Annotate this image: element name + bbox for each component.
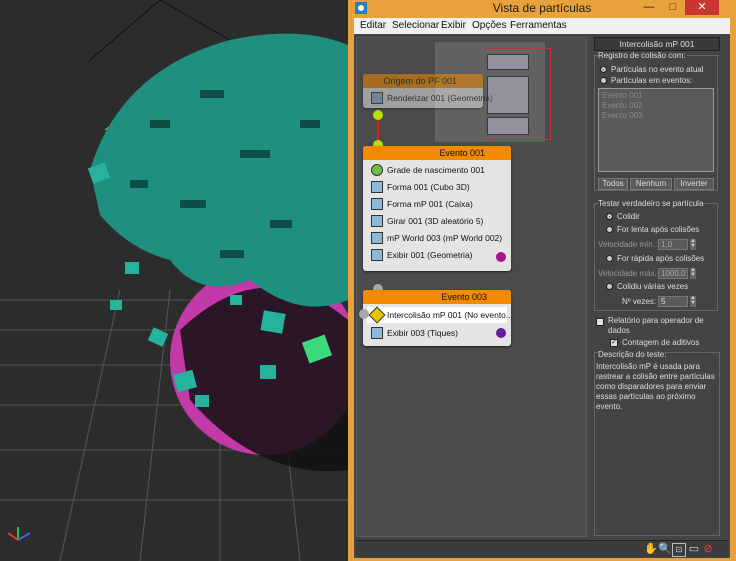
3d-viewport[interactable] — [0, 0, 348, 561]
menu-display[interactable]: Exibir — [441, 20, 466, 31]
grid-birth-icon — [371, 164, 383, 176]
additive-checkbox-label: Contagem de aditivos — [622, 338, 700, 347]
maximize-button[interactable]: □ — [661, 0, 685, 15]
times-field[interactable]: 5 — [658, 296, 688, 307]
zoom-region-icon[interactable]: ⊡ — [672, 543, 686, 557]
status-bar: ✋ 🔍 ⊡ ▭ ⊘ — [356, 540, 728, 557]
operator-display[interactable]: Exibir 001 (Geometria) — [371, 247, 507, 263]
speed-min-field[interactable]: 1,0 — [658, 239, 688, 250]
menu-tools[interactable]: Ferramentas — [510, 20, 567, 31]
render-operator[interactable]: Renderizar 001 (Geometria) — [371, 90, 493, 106]
viewport-scene — [0, 0, 348, 561]
radio-current-event[interactable] — [600, 66, 607, 73]
operator-display-ticks[interactable]: Exibir 003 (Tiques) — [371, 325, 507, 341]
description-panel: Descrição do teste: Intercolisão mP é us… — [592, 348, 722, 538]
render-icon — [371, 92, 383, 104]
title-bar[interactable]: Vista de partículas — □ ✕ — [348, 0, 736, 18]
particle-graph-canvas[interactable]: Origem do PF 001 Renderizar 001 (Geometr… — [356, 37, 587, 537]
description-text: Intercolisão mP é usada para rastrear a … — [596, 362, 715, 411]
display-icon — [371, 327, 383, 339]
menu-bar: Editar Selecionar Exibir Opções Ferramen… — [354, 18, 730, 34]
mp-shape-icon — [371, 198, 383, 210]
event-003-title: Evento 003 — [363, 290, 511, 304]
test-true-label: Testar verdadeiro se partícula — [598, 199, 704, 208]
operator-spin[interactable]: Girar 001 (3D aleatório 5) — [371, 213, 507, 229]
speed-max-spinner[interactable]: ▲ ▼ — [690, 267, 696, 279]
event-listbox[interactable]: Evento 001 Evento 002 Evento 003 — [598, 88, 714, 172]
radio-slow-label: For lenta após colisões — [617, 225, 700, 234]
radio-events-label: Partículas em eventos: — [611, 76, 693, 85]
times-spinner[interactable]: ▲ ▼ — [690, 295, 696, 307]
radio-current-event-label: Partículas no evento atual — [611, 65, 704, 74]
particle-view-window[interactable]: Vista de partículas — □ ✕ Editar Selecio… — [348, 0, 736, 561]
output-connector[interactable] — [373, 110, 383, 120]
menu-options[interactable]: Opções — [472, 20, 506, 31]
radio-multi[interactable] — [606, 283, 613, 290]
description-title: Descrição do teste: — [598, 350, 667, 359]
list-item[interactable]: Evento 001 — [602, 91, 642, 100]
wire — [377, 120, 379, 142]
operator-shape[interactable]: Forma 001 (Cubo 3D) — [371, 179, 507, 195]
additive-checkbox[interactable]: ✓ — [610, 339, 618, 347]
operator-mp-shape[interactable]: Forma mP 001 (Caixa) — [371, 196, 507, 212]
event-001-title: Evento 001 — [363, 146, 511, 160]
display-color-swatch[interactable] — [496, 252, 506, 262]
axis-gizmo — [7, 527, 31, 541]
speed-max-label: Velocidade máx.: — [598, 269, 659, 278]
operator-collision-test[interactable]: Intercolisão mP 001 (No evento... — [367, 306, 513, 324]
window-client: Editar Selecionar Exibir Opções Ferramen… — [354, 18, 730, 558]
mp-world-icon — [371, 232, 383, 244]
zoom-extents-icon[interactable]: ▭ — [688, 543, 700, 555]
pf-source-node[interactable]: Origem do PF 001 Renderizar 001 (Geometr… — [363, 74, 493, 108]
close-button[interactable]: ✕ — [685, 0, 719, 15]
registry-label: Registro de colisão com: — [598, 51, 686, 60]
speed-max-field[interactable]: 1000,0 — [658, 268, 688, 279]
pan-hand-icon[interactable]: ✋ — [644, 543, 658, 555]
radio-collides[interactable] — [606, 213, 613, 220]
display-color-swatch[interactable] — [496, 328, 506, 338]
event-003-node[interactable]: Evento 003 Intercolisão mP 001 (No event… — [363, 290, 513, 346]
radio-fast[interactable] — [606, 255, 613, 262]
display-icon — [371, 249, 383, 261]
times-label: Nº vezes: — [622, 297, 657, 306]
list-item[interactable]: Evento 002 — [602, 101, 642, 110]
operator-birth-grid[interactable]: Grade de nascimento 001 — [371, 162, 507, 178]
select-all-button[interactable]: Todos — [598, 178, 628, 190]
radio-multi-label: Colidiu várias vezes — [617, 282, 689, 291]
shape-icon — [371, 181, 383, 193]
pf-source-title: Origem do PF 001 — [363, 74, 483, 88]
radio-collides-label: Colidir — [617, 212, 640, 221]
spin-icon — [371, 215, 383, 227]
collision-test-icon — [368, 306, 386, 324]
menu-edit[interactable]: Editar — [360, 20, 386, 31]
radio-fast-label: For rápida após colisões — [617, 254, 705, 263]
operator-mp-world[interactable]: mP World 003 (mP World 002) — [371, 230, 507, 246]
select-none-button[interactable]: Nenhum — [630, 178, 672, 190]
radio-events[interactable] — [600, 77, 607, 84]
report-checkbox-label: Relatório para operador de dados — [608, 316, 704, 335]
invert-selection-button[interactable]: Inverter — [674, 178, 714, 190]
rollout-title[interactable]: Intercolisão mP 001 — [594, 37, 720, 51]
minimize-button[interactable]: — — [637, 0, 661, 15]
speed-min-label: Velocidade mín.: — [598, 240, 658, 249]
list-item[interactable]: Evento 003 — [602, 111, 642, 120]
event-001-node[interactable]: Evento 001 Grade de nascimento 001 Forma… — [363, 146, 511, 271]
menu-select[interactable]: Selecionar — [392, 20, 439, 31]
zoom-icon[interactable]: 🔍 — [658, 543, 672, 555]
speed-min-spinner[interactable]: ▲ ▼ — [690, 238, 696, 250]
no-zoom-icon[interactable]: ⊘ — [702, 543, 714, 555]
report-checkbox[interactable] — [596, 318, 604, 326]
test-output-connector[interactable] — [359, 309, 369, 319]
radio-slow[interactable] — [606, 226, 613, 233]
